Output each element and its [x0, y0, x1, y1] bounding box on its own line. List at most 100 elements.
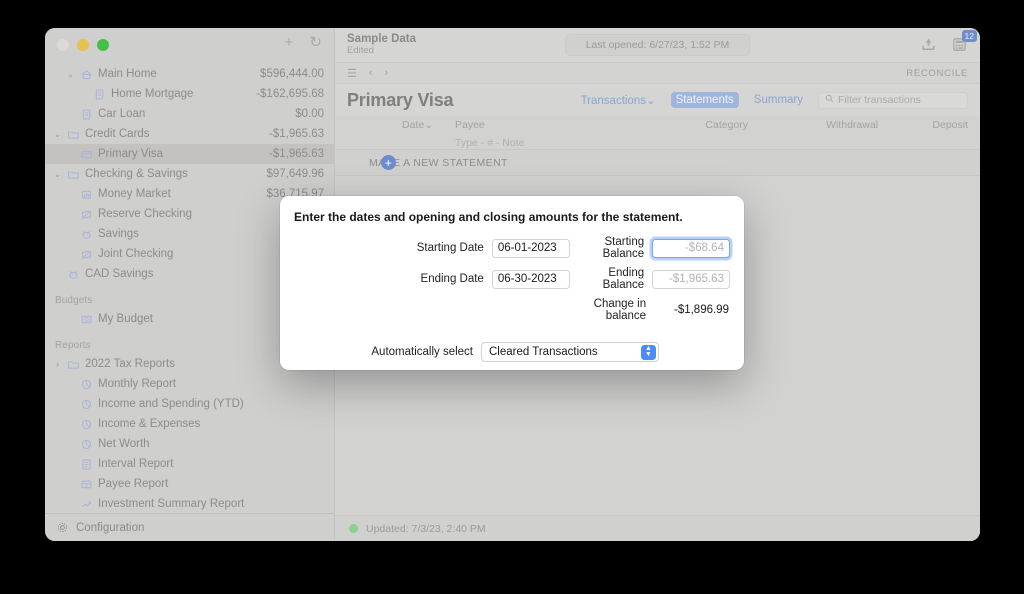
- starting-date-input[interactable]: 06-01-2023: [491, 238, 570, 258]
- sidebar-item-configuration[interactable]: Configuration: [45, 513, 334, 541]
- list-report-icon: [77, 458, 95, 471]
- change-in-balance-value: -$1,896.99: [673, 304, 729, 316]
- column-header-date-label: Date: [402, 119, 425, 131]
- column-header-payee-sub: Type - # - Note: [455, 137, 525, 149]
- sidebar-item-main-home[interactable]: ⌄ Main Home $596,444.00: [45, 64, 334, 84]
- sidebar-item-interval-report[interactable]: ›Interval Report: [45, 454, 334, 474]
- column-header-payee[interactable]: Payee Type - # - Note: [447, 119, 628, 149]
- chevron-down-icon[interactable]: ⌄: [51, 129, 64, 140]
- auto-select-value: Cleared Transactions: [489, 346, 598, 358]
- sidebar-item-label: Home Mortgage: [111, 88, 194, 100]
- piggy-bank-icon: [64, 268, 82, 281]
- statement-dialog: Enter the dates and opening and closing …: [280, 196, 744, 370]
- chevron-down-icon: ⌄: [645, 95, 656, 107]
- navigation-bar: ☰ ‹ › RECONCILE: [335, 62, 980, 84]
- minimize-button[interactable]: [77, 39, 89, 51]
- checkbook-icon: [77, 248, 95, 261]
- sort-chevron-icon: ⌄: [424, 119, 433, 131]
- sidebar-item-credit-cards[interactable]: ⌄ Credit Cards -$1,965.63: [45, 124, 334, 144]
- sidebar-item-label: Primary Visa: [98, 148, 163, 160]
- bank-icon: [77, 188, 95, 201]
- sidebar-item-label: Joint Checking: [98, 248, 174, 260]
- column-header-payee-label: Payee: [455, 119, 485, 131]
- pie-chart-icon: [77, 438, 95, 451]
- sidebar-item-car-loan[interactable]: ›Car Loan$0.00: [45, 104, 334, 124]
- checkbook-icon: [77, 208, 95, 221]
- chevron-down-icon[interactable]: ⌄: [51, 169, 64, 180]
- tab-summary[interactable]: Summary: [749, 92, 808, 108]
- sidebar-item-amount: -$1,965.63: [269, 148, 324, 160]
- sidebar-item-investment-summary-report[interactable]: ›Investment Summary Report: [45, 494, 334, 513]
- sidebar-item-label: Income & Expenses: [98, 418, 201, 430]
- auto-select-label: Automatically select: [371, 346, 473, 358]
- sidebar-item-label: Net Worth: [98, 438, 150, 450]
- document-edited-status: Edited: [347, 45, 374, 57]
- tab-transactions-label: Transactions: [580, 95, 646, 107]
- sidebar-item-net-worth[interactable]: ›Net Worth: [45, 434, 334, 454]
- gear-icon: [53, 521, 71, 534]
- pie-chart-icon: [77, 378, 95, 391]
- chevron-down-icon[interactable]: ⌄: [64, 69, 77, 80]
- close-button[interactable]: [57, 39, 69, 51]
- column-header-date[interactable]: Date⌄: [347, 119, 447, 131]
- column-header-deposit[interactable]: Deposit: [878, 119, 968, 131]
- sidebar-item-label: Payee Report: [98, 478, 169, 490]
- sidebar-item-label: Money Market: [98, 188, 171, 200]
- sidebar-item-amount: -$1,965.63: [269, 128, 324, 140]
- column-header-category[interactable]: Category: [628, 119, 748, 131]
- chevron-updown-icon[interactable]: ▲ ▼: [641, 344, 656, 360]
- column-header-withdrawal[interactable]: Withdrawal: [748, 119, 878, 131]
- house-icon: [77, 68, 95, 81]
- sidebar-toggle-icon[interactable]: ☰: [347, 67, 357, 80]
- ending-row: Ending Date 06-30-2023 Ending Balance -$…: [280, 267, 730, 291]
- page-title: Primary Visa: [347, 89, 454, 110]
- zoom-button[interactable]: [97, 39, 109, 51]
- sidebar-item-home-mortgage[interactable]: ›Home Mortgage-$162,695.68: [45, 84, 334, 104]
- sidebar-item-income-and-spending-ytd[interactable]: ›Income and Spending (YTD): [45, 394, 334, 414]
- make-new-statement-row[interactable]: + MAKE A NEW STATEMENT: [335, 150, 980, 176]
- sidebar-item-label: Monthly Report: [98, 378, 176, 390]
- auto-select-dropdown[interactable]: Cleared Transactions ▲ ▼: [481, 342, 659, 362]
- sidebar-item-monthly-report[interactable]: ›Monthly Report: [45, 374, 334, 394]
- plus-icon[interactable]: +: [285, 35, 294, 50]
- status-text: Updated: 7/3/23, 2:40 PM: [366, 522, 486, 535]
- sidebar-item-payee-report[interactable]: ›Payee Report: [45, 474, 334, 494]
- chevron-right-icon[interactable]: ›: [385, 67, 389, 79]
- tab-transactions[interactable]: Transactions⌄: [576, 91, 661, 109]
- chevron-left-icon[interactable]: ‹: [369, 67, 373, 79]
- ending-date-label: Ending Date: [420, 273, 484, 285]
- ending-date-input[interactable]: 06-30-2023: [491, 269, 570, 289]
- account-header: Primary Visa Transactions⌄ Statements Su…: [335, 84, 980, 116]
- plus-circle-icon[interactable]: +: [381, 155, 396, 170]
- starting-date-label: Starting Date: [416, 242, 484, 254]
- reconcile-label: RECONCILE: [906, 67, 968, 79]
- chevron-right-icon[interactable]: ›: [51, 359, 64, 369]
- search-icon: [825, 94, 834, 106]
- ending-balance-input[interactable]: -$1,965.63: [652, 269, 730, 289]
- sidebar-item-label: Interval Report: [98, 458, 174, 470]
- budget-icon: [77, 313, 95, 326]
- search-placeholder: Filter transactions: [838, 94, 921, 106]
- calculator-badge: 12: [961, 30, 977, 42]
- sidebar-item-amount: $596,444.00: [260, 68, 324, 80]
- upload-icon[interactable]: [920, 36, 937, 58]
- sidebar-item-label: Car Loan: [98, 108, 146, 120]
- sidebar-item-label: Main Home: [98, 68, 157, 80]
- search-input[interactable]: Filter transactions: [818, 91, 968, 109]
- traffic-lights: [57, 39, 109, 51]
- folder-icon: [64, 358, 82, 371]
- configuration-label: Configuration: [76, 521, 145, 534]
- toolbar-actions: 12: [920, 30, 977, 58]
- starting-balance-input[interactable]: -$68.64: [652, 238, 730, 258]
- document-icon: [77, 108, 95, 121]
- sidebar-item-primary-visa[interactable]: ›Primary Visa-$1,965.63: [45, 144, 334, 164]
- sidebar-item-label: Investment Summary Report: [98, 498, 245, 510]
- sidebar-item-income-expenses[interactable]: ›Income & Expenses: [45, 414, 334, 434]
- dialog-body: Starting Date 06-01-2023 Starting Balanc…: [280, 224, 744, 329]
- calculator-icon[interactable]: 12: [951, 30, 977, 58]
- refresh-icon[interactable]: ↻: [309, 35, 322, 50]
- starting-balance-label: Starting Balance: [602, 236, 645, 260]
- sidebar-item-checking-savings[interactable]: ⌄ Checking & Savings $97,649.96: [45, 164, 334, 184]
- tab-statements[interactable]: Statements: [670, 92, 739, 108]
- sidebar-item-label: CAD Savings: [85, 268, 154, 280]
